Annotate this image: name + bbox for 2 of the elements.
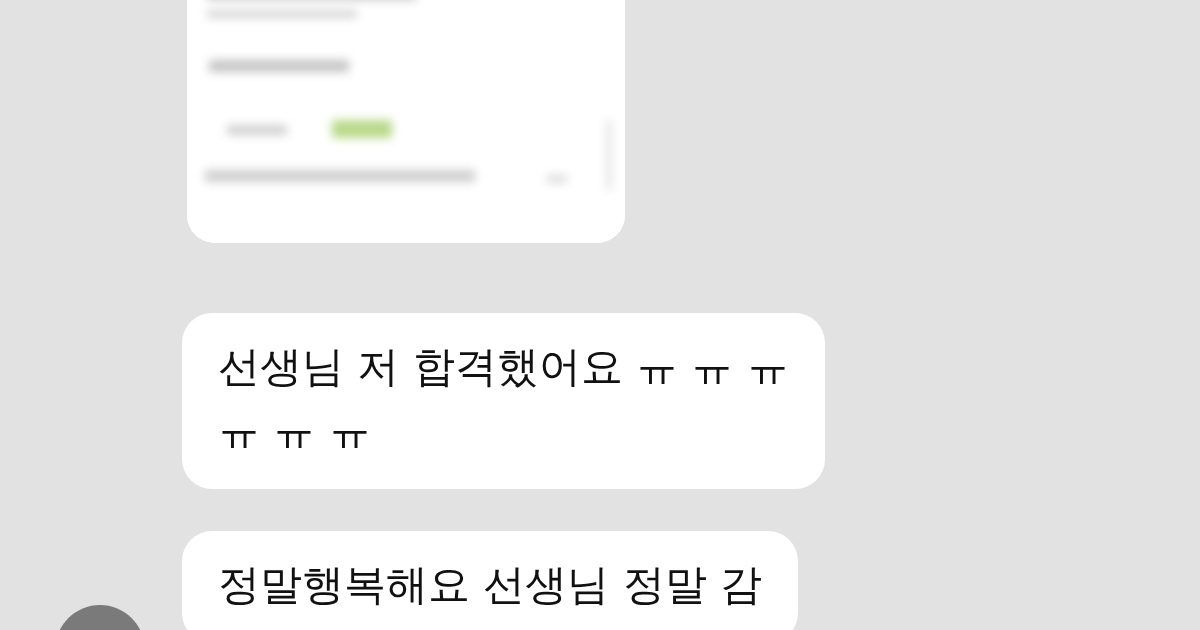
message-bubble: 선생님 저 합격했어요 ㅠ ㅠ ㅠ ㅠ ㅠ ㅠ [182, 313, 825, 489]
message-bubble: 정말행복해요 선생님 정말 감 [182, 531, 799, 630]
